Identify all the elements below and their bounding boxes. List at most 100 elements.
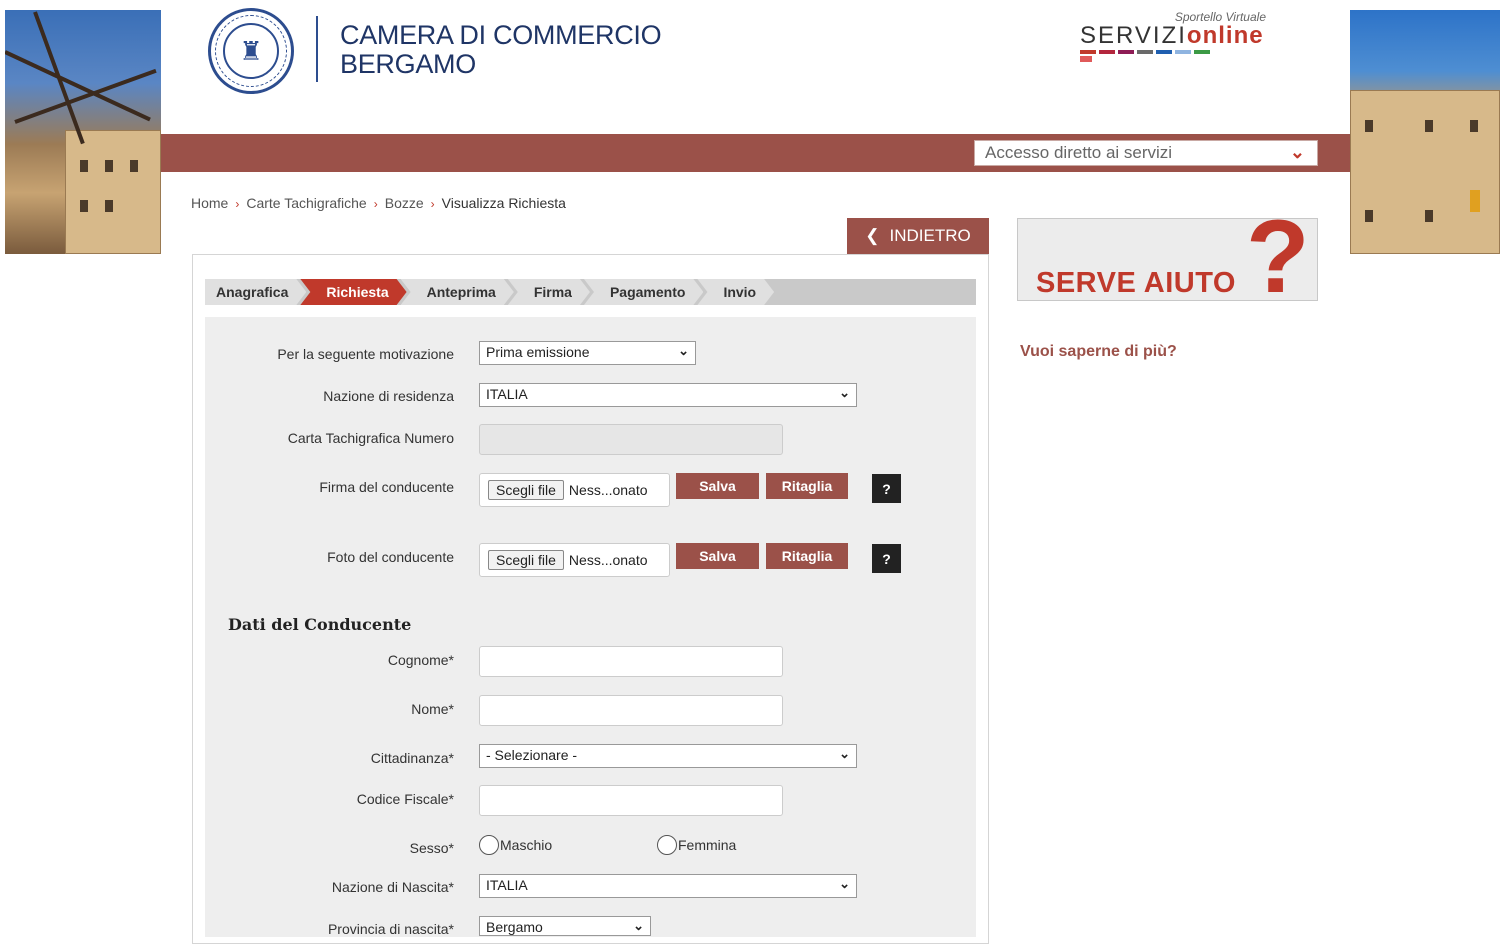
sesso-label: Sesso* [409,840,454,856]
window-shape [1365,120,1373,132]
window-shape [105,200,113,212]
nazione-residenza-select[interactable]: ITALIA ⌄ [479,383,857,407]
motivazione-value: Prima emissione [486,344,590,360]
firma-file-name: Ness...onato [568,482,648,498]
organization-name[interactable]: CAMERA DI COMMERCIO BERGAMO [340,20,662,79]
step-richiesta[interactable]: Richiesta [300,279,406,305]
breadcrumb-separator-icon: › [373,197,378,211]
breadcrumb-home[interactable]: Home [191,195,228,211]
firma-file-input[interactable]: Scegli file Ness...onato [479,473,670,507]
radio-circle[interactable] [479,835,499,855]
window-shape [1425,120,1433,132]
service-word-b: online [1186,22,1264,49]
breadcrumb-bozze[interactable]: Bozze [385,195,424,211]
window-shape [1425,210,1433,222]
tree-branch [5,50,151,122]
window-shape [80,160,88,172]
cittadinanza-value: - Selezionare - [486,747,578,763]
foto-label: Foto del conducente [327,549,454,565]
provincia-nascita-label: Provincia di nascita* [327,921,454,937]
question-mark-icon: ? [1246,218,1310,301]
quick-access-select[interactable]: Accesso diretto ai servizi ⌄ [974,140,1318,166]
logo-accent-square [1080,56,1092,62]
breadcrumb-separator-icon: › [235,197,240,211]
breadcrumb-carte[interactable]: Carte Tachigrafiche [246,195,366,211]
nome-label: Nome* [411,701,454,717]
step-firma[interactable]: Firma [508,279,590,305]
codice-fiscale-input[interactable] [479,785,783,816]
nome-input[interactable] [479,695,783,726]
window-shape [1365,210,1373,222]
header-photo-left [5,10,161,254]
service-wordmark: SERVIZIonline [1080,22,1264,50]
building-shape [1350,90,1500,254]
provincia-nascita-select[interactable]: Bergamo ⌄ [479,916,651,936]
step-pagamento[interactable]: Pagamento [584,279,703,305]
cittadinanza-label: Cittadinanza* [370,750,454,766]
cognome-label: Cognome* [387,652,454,668]
foto-choose-file-button[interactable]: Scegli file [488,550,564,570]
chevron-down-icon: ⌄ [839,876,850,891]
logo-divider [316,16,318,82]
window-shape [1470,120,1478,132]
wizard-steps: Anagrafica Richiesta Anteprima Firma Pag… [205,279,976,305]
chevron-down-icon: ⌄ [1289,142,1305,162]
motivazione-select[interactable]: Prima emissione ⌄ [479,341,696,365]
tree-branch [33,11,85,145]
window-shape [105,160,113,172]
sesso-femmina-label: Femmina [678,837,737,853]
quick-access-label: Accesso diretto ai servizi [985,143,1173,162]
chevron-left-icon: ❮ [865,226,880,245]
header-photo-right [1350,10,1500,254]
back-button[interactable]: ❮ INDIETRO [847,218,989,254]
help-banner[interactable]: ? SERVE AIUTO [1017,218,1318,301]
step-anagrafica[interactable]: Anagrafica [205,279,306,305]
nazione-residenza-label: Nazione di residenza [323,388,454,404]
seal-ring [215,15,287,87]
foto-help-icon[interactable]: ? [872,544,901,573]
window-shape [80,200,88,212]
breadcrumb: Home › Carte Tachigrafiche › Bozze › Visualizz… [191,195,566,211]
nazione-nascita-select[interactable]: ITALIA ⌄ [479,874,857,898]
cittadinanza-select[interactable]: - Selezionare - ⌄ [479,744,857,768]
breadcrumb-current: Visualizza Richiesta [441,195,566,211]
logo-color-bars [1080,50,1210,54]
chevron-down-icon: ⌄ [839,385,850,400]
tree-branch [14,68,157,124]
firma-crop-button[interactable]: Ritaglia [766,473,848,499]
org-name-line2: BERGAMO [340,49,476,79]
carta-numero-label: Carta Tachigrafica Numero [287,430,454,446]
window-shape [1470,190,1480,212]
foto-save-button[interactable]: Salva [676,543,759,569]
chevron-down-icon: ⌄ [633,918,644,933]
nazione-nascita-value: ITALIA [486,877,528,893]
foto-crop-button[interactable]: Ritaglia [766,543,848,569]
sesso-femmina-radio[interactable]: Femmina [657,835,736,855]
servizi-online-logo[interactable]: Sportello Virtuale SERVIZIonline [1078,10,1268,66]
help-banner-text: SERVE AIUTO [1036,267,1236,299]
foto-file-name: Ness...onato [568,552,648,568]
driver-data-section-title: Dati del Conducente [228,615,412,634]
chevron-down-icon: ⌄ [839,746,850,761]
nazione-nascita-label: Nazione di Nascita* [331,879,454,895]
back-button-label: INDIETRO [889,226,971,245]
firma-help-icon[interactable]: ? [872,474,901,503]
org-name-line1: CAMERA DI COMMERCIO [340,20,662,50]
sesso-maschio-radio[interactable]: Maschio [479,835,552,855]
cognome-input[interactable] [479,646,783,677]
service-word-a: SERVIZI [1080,22,1187,49]
codice-fiscale-label: Codice Fiscale* [356,791,454,807]
motivazione-label: Per la seguente motivazione [277,346,454,362]
carta-numero-input[interactable] [479,424,783,455]
radio-circle[interactable] [657,835,677,855]
learn-more-link[interactable]: Vuoi saperne di più? [1020,343,1177,361]
firma-save-button[interactable]: Salva [676,473,759,499]
foto-file-input[interactable]: Scegli file Ness...onato [479,543,670,577]
step-invio[interactable]: Invio [697,279,774,305]
breadcrumb-separator-icon: › [430,197,435,211]
step-anteprima[interactable]: Anteprima [401,279,514,305]
nazione-residenza-value: ITALIA [486,386,528,402]
chamber-seal-logo[interactable]: ♜ [208,8,294,94]
building-shape [65,130,161,254]
firma-choose-file-button[interactable]: Scegli file [488,480,564,500]
